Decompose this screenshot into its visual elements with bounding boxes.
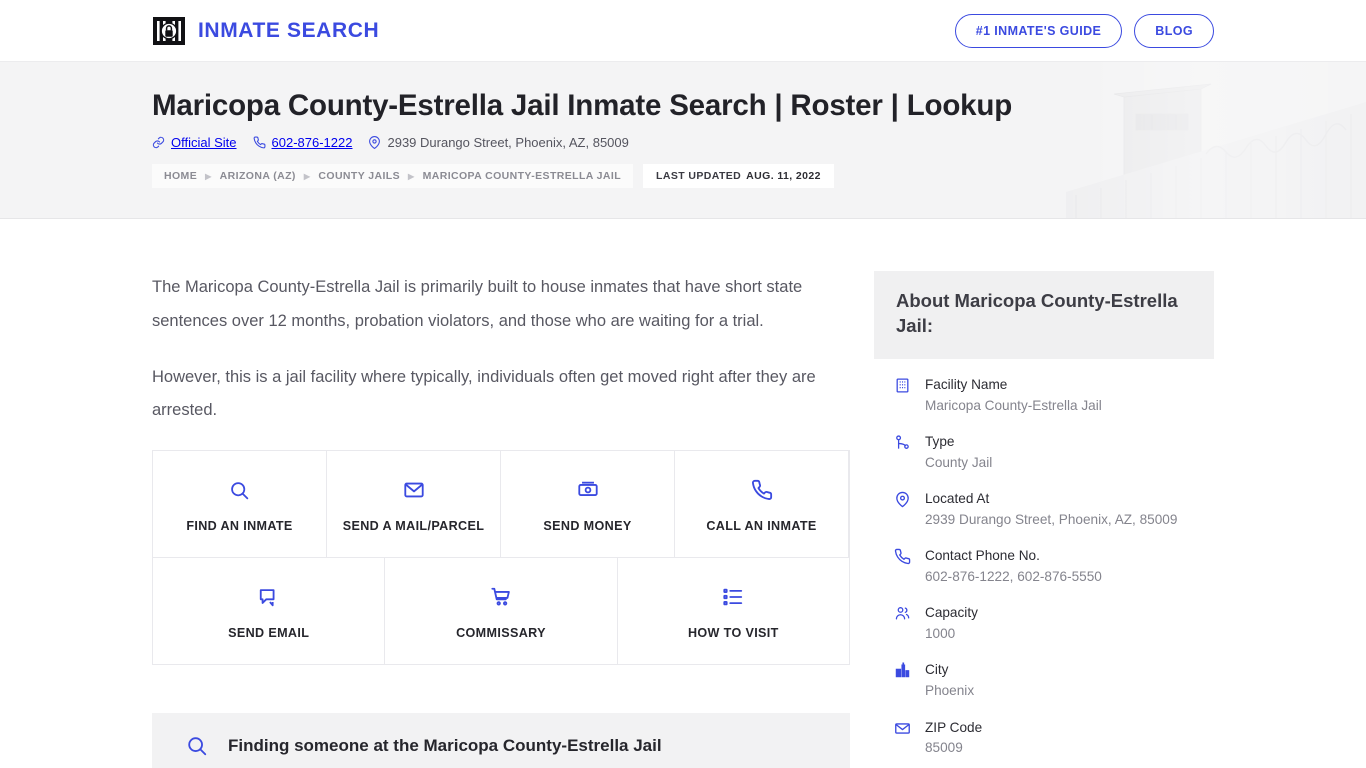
send-money-action[interactable]: SEND MONEY <box>501 451 675 559</box>
page-root: INMATE SEARCH #1 INMATE'S GUIDE BLOG Mar… <box>0 0 1366 768</box>
fact-located-at: Located At 2939 Durango Street, Phoenix,… <box>894 489 1194 530</box>
send-email-action[interactable]: SEND EMAIL <box>153 558 386 665</box>
last-updated-badge: LAST UPDATED AUG. 11, 2022 <box>643 164 834 189</box>
city-icon <box>894 660 912 679</box>
inmates-guide-button[interactable]: #1 INMATE'S GUIDE <box>954 13 1123 48</box>
hero-address-label: 2939 Durango Street, Phoenix, AZ, 85009 <box>387 135 629 151</box>
action-label: SEND MONEY <box>543 519 632 534</box>
fact-key: Located At <box>925 491 990 507</box>
last-updated-value: AUG. 11, 2022 <box>746 170 821 183</box>
node-type-icon <box>894 432 912 451</box>
last-updated-label: LAST UPDATED <box>656 170 742 183</box>
find-an-inmate-action[interactable]: FIND AN INMATE <box>153 451 327 559</box>
map-pin-icon <box>369 136 381 150</box>
chevron-right-icon: ▶ <box>303 171 311 181</box>
phone-icon <box>253 136 265 149</box>
hero-meta-row: Official Site 602-876-1222 2939 Durango … <box>152 135 1214 150</box>
action-label: CALL AN INMATE <box>706 519 817 534</box>
fact-contact-phone: Contact Phone No. 602-876-1222, 602-876-… <box>894 546 1194 587</box>
map-pin-icon <box>894 489 912 508</box>
commissary-action[interactable]: COMMISSARY <box>385 558 618 665</box>
shopping-cart-icon <box>391 584 610 610</box>
breadcrumb-item-arizona[interactable]: ARIZONA (AZ) <box>220 170 296 182</box>
brand-name: INMATE SEARCH <box>198 18 380 42</box>
fact-key: Contact Phone No. <box>925 548 1040 564</box>
fact-value: Maricopa County-Estrella Jail <box>925 397 1102 413</box>
fact-zip-code: ZIP Code 85009 <box>894 718 1194 759</box>
fact-key: Facility Name <box>925 376 1008 392</box>
action-grid: FIND AN INMATE SEND A MAIL/PARCEL SEND M… <box>152 450 850 666</box>
fact-key: Capacity <box>925 605 978 621</box>
fact-value: Phoenix <box>925 683 975 699</box>
call-an-inmate-action[interactable]: CALL AN INMATE <box>675 451 849 559</box>
finding-someone-title: Finding someone at the Maricopa County-E… <box>228 736 662 756</box>
fact-key: City <box>925 662 949 678</box>
link-icon <box>152 137 165 149</box>
envelope-icon <box>894 718 912 737</box>
breadcrumb-item-county-jails[interactable]: COUNTY JAILS <box>318 170 400 182</box>
breadcrumb-item-current[interactable]: MARICOPA COUNTY-ESTRELLA JAIL <box>423 170 621 182</box>
hero-address: 2939 Durango Street, Phoenix, AZ, 85009 <box>368 135 629 151</box>
official-site-label: Official Site <box>171 135 237 151</box>
fact-city: City Phoenix <box>894 660 1194 701</box>
action-label: COMMISSARY <box>456 626 546 641</box>
fact-capacity: Capacity 1000 <box>894 603 1194 644</box>
fact-value: 2939 Durango Street, Phoenix, AZ, 85009 <box>925 511 1178 527</box>
fact-value: 1000 <box>925 626 956 642</box>
brand-logo-link[interactable]: INMATE SEARCH <box>152 14 379 48</box>
breadcrumb-item-home[interactable]: HOME <box>164 170 197 182</box>
sidebar-column: About Maricopa County-Estrella Jail: Fac… <box>874 219 1214 768</box>
fact-facility-name: Facility Name Maricopa County-Estrella J… <box>894 375 1194 416</box>
about-facility-panel: About Maricopa County-Estrella Jail: Fac… <box>874 271 1214 768</box>
intro-paragraph-1: The Maricopa County-Estrella Jail is pri… <box>152 278 803 330</box>
action-label: FIND AN INMATE <box>186 519 293 534</box>
fact-key: ZIP Code <box>925 719 983 735</box>
hero-phone-label: 602-876-1222 <box>271 135 353 151</box>
about-panel-header: About Maricopa County-Estrella Jail: <box>874 271 1214 359</box>
send-a-mail-parcel-action[interactable]: SEND A MAIL/PARCEL <box>327 451 501 559</box>
building-icon <box>894 375 912 394</box>
envelope-icon <box>333 477 494 503</box>
chevron-right-icon: ▶ <box>408 171 415 181</box>
jail-padlock-icon <box>153 16 185 45</box>
fact-value: 85009 <box>925 740 963 756</box>
blog-button[interactable]: BLOG <box>1134 13 1214 48</box>
breadcrumb: HOME ▶ ARIZONA (AZ) ▶ COUNTY JAILS ▶ MAR… <box>152 164 1214 189</box>
fact-key: Type <box>925 434 955 450</box>
intro-paragraph-2: However, this is a jail facility where t… <box>152 367 816 420</box>
search-icon <box>159 477 320 503</box>
hero-phone-link[interactable]: 602-876-1222 <box>253 135 353 151</box>
page-title: Maricopa County-Estrella Jail Inmate Sea… <box>152 89 1013 122</box>
fact-type: Type County Jail <box>894 432 1194 473</box>
action-label: SEND A MAIL/PARCEL <box>342 519 485 534</box>
chat-bubble-icon <box>159 584 378 610</box>
how-to-visit-action[interactable]: HOW TO VISIT <box>617 558 849 665</box>
fact-value: County Jail <box>925 454 993 470</box>
finding-someone-section[interactable]: Finding someone at the Maricopa County-E… <box>152 713 850 768</box>
fact-value: 602-876-1222, 602-876-5550 <box>925 568 1102 584</box>
list-icon <box>624 584 843 610</box>
official-site-link[interactable]: Official Site <box>152 135 237 150</box>
phone-icon <box>681 477 842 503</box>
search-icon <box>186 735 208 757</box>
main-column: The Maricopa County-Estrella Jail is pri… <box>152 219 850 768</box>
about-panel-body: Facility Name Maricopa County-Estrella J… <box>874 359 1214 768</box>
chevron-right-icon: ▶ <box>205 171 212 181</box>
people-icon <box>894 603 912 622</box>
site-header: INMATE SEARCH #1 INMATE'S GUIDE BLOG <box>0 0 1366 61</box>
hero-banner: Maricopa County-Estrella Jail Inmate Sea… <box>0 61 1366 219</box>
money-icon <box>507 477 668 503</box>
action-label: SEND EMAIL <box>228 626 310 641</box>
action-grid-row-2: SEND EMAIL COMMISSARY HOW TO VISIT <box>153 558 849 665</box>
header-actions: #1 INMATE'S GUIDE BLOG <box>954 13 1214 48</box>
phone-icon <box>894 546 912 565</box>
about-panel-title: About Maricopa County-Estrella Jail: <box>896 290 1178 336</box>
content-area: The Maricopa County-Estrella Jail is pri… <box>0 219 1366 768</box>
action-label: HOW TO VISIT <box>687 626 779 641</box>
